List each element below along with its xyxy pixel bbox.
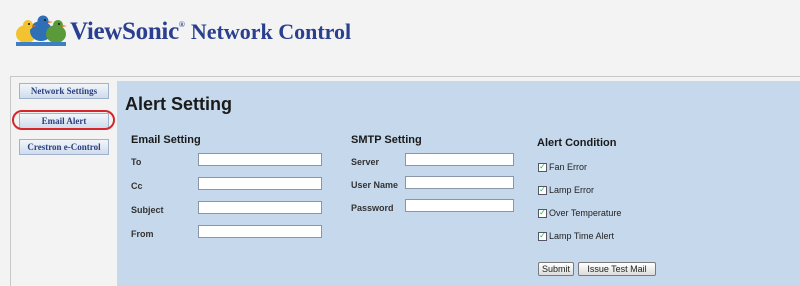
sidebar: Network Settings Email Alert Crestron e-… <box>11 77 115 286</box>
checkbox-checked-icon[interactable]: ✓ <box>538 185 547 195</box>
smtp-setting-heading: SMTP Setting <box>351 134 422 146</box>
from-label: From <box>131 229 154 239</box>
password-label: Password <box>351 203 394 213</box>
registered-mark: ® <box>178 20 185 29</box>
submit-button[interactable]: Submit <box>538 262 574 276</box>
cc-field[interactable] <box>198 177 322 190</box>
fan-error-label: Fan Error <box>549 162 588 172</box>
lamp-time-alert-label: Lamp Time Alert <box>549 231 615 241</box>
subject-field[interactable] <box>198 201 322 214</box>
sidebar-item-crestron-e-control[interactable]: Crestron e-Control <box>19 139 109 155</box>
cc-label: Cc <box>131 181 143 191</box>
to-field[interactable] <box>198 153 322 166</box>
app-frame: Network Settings Email Alert Crestron e-… <box>10 76 800 286</box>
checkbox-checked-icon[interactable]: ✓ <box>538 231 547 241</box>
user-name-label: User Name <box>351 180 399 190</box>
server-label: Server <box>351 157 380 167</box>
lamp-error-label: Lamp Error <box>549 185 595 195</box>
checkbox-checked-icon[interactable]: ✓ <box>538 208 547 218</box>
page-title: Alert Setting <box>125 94 233 114</box>
fan-error-option[interactable]: ✓ Fan Error <box>538 162 587 172</box>
to-label: To <box>131 157 142 167</box>
over-temperature-option[interactable]: ✓ Over Temperature <box>538 208 621 218</box>
password-field[interactable] <box>405 199 514 212</box>
product-name: Network Control <box>190 19 352 44</box>
checkbox-checked-icon[interactable]: ✓ <box>538 162 547 172</box>
sidebar-item-network-settings[interactable]: Network Settings <box>19 83 109 99</box>
email-setting-heading: Email Setting <box>131 134 201 146</box>
brand-name: ViewSonic <box>70 18 179 45</box>
highlight-annotation <box>12 110 115 130</box>
user-name-field[interactable] <box>405 176 514 189</box>
alert-condition-heading: Alert Condition <box>537 137 617 149</box>
lamp-time-alert-option[interactable]: ✓ Lamp Time Alert <box>538 231 614 241</box>
viewsonic-birds-logo-icon <box>16 15 67 46</box>
subject-label: Subject <box>131 205 164 215</box>
lamp-error-option[interactable]: ✓ Lamp Error <box>538 185 594 195</box>
alert-setting-panel: Alert Setting Email Setting To Cc Subjec… <box>117 81 800 286</box>
brand-title: ViewSonic® Network Control <box>70 18 351 46</box>
header: ViewSonic® Network Control <box>0 0 800 70</box>
issue-test-mail-button[interactable]: Issue Test Mail <box>578 262 656 276</box>
from-field[interactable] <box>198 225 322 238</box>
server-field[interactable] <box>405 153 514 166</box>
over-temperature-label: Over Temperature <box>549 208 622 218</box>
